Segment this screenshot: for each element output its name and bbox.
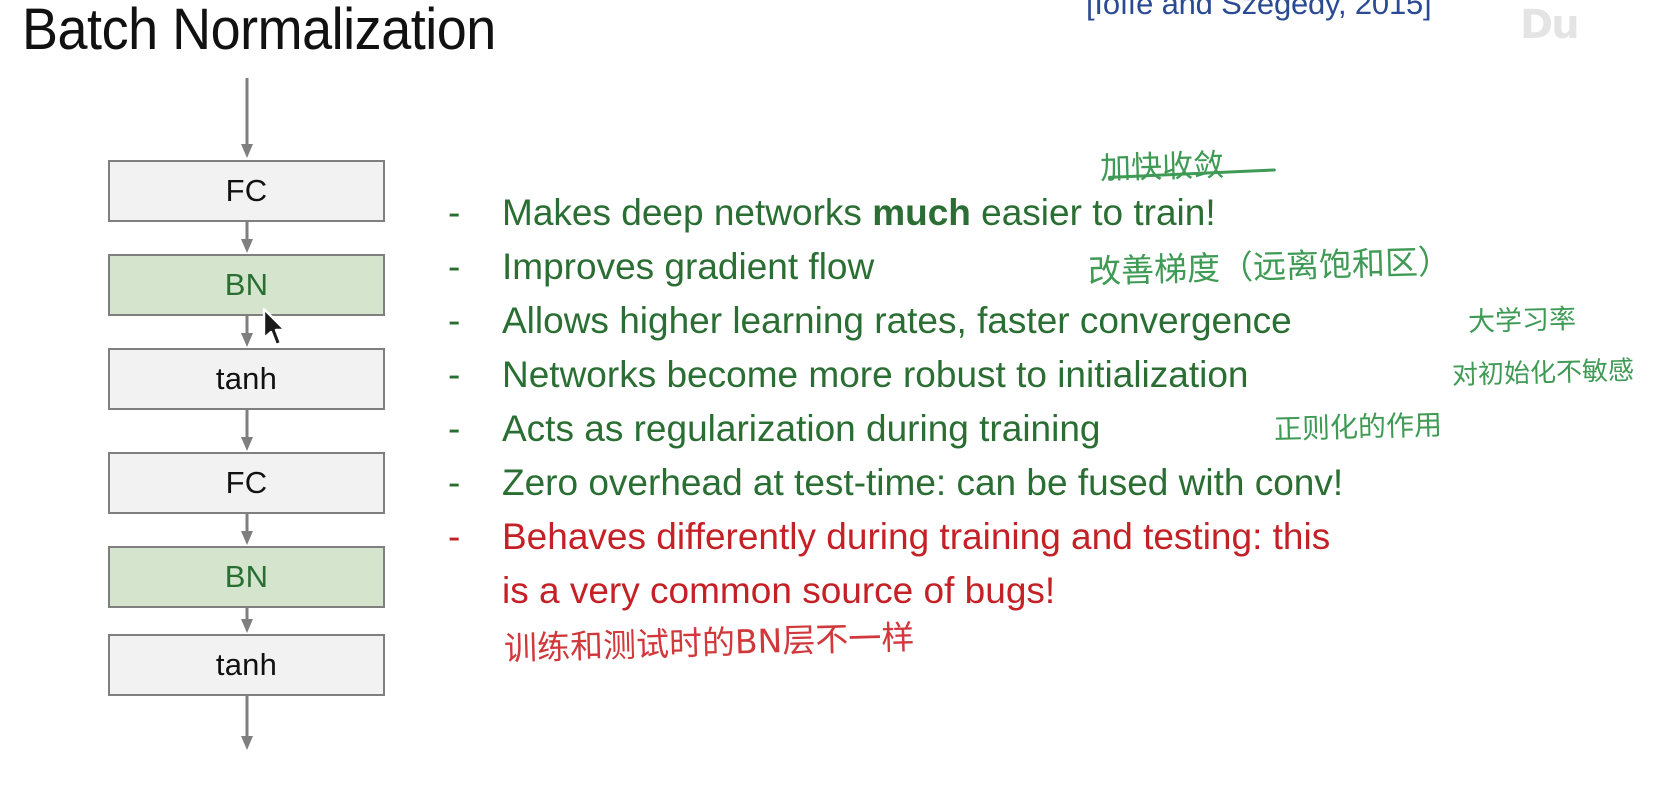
list-item-text: is a very common source of bugs! (502, 570, 1056, 611)
slide-canvas: Batch Normalization Du [Ioffe and Szeged… (0, 0, 1666, 790)
flow-block-label: BN (224, 267, 269, 302)
bullet-dash: - (448, 462, 461, 503)
list-item-text: Zero overhead at test-time: can be fused… (502, 462, 1344, 503)
arrow-in (108, 78, 385, 160)
flow-block-fc-2[interactable]: FC (108, 452, 385, 514)
flow-block-label: BN (224, 559, 269, 594)
arrow-out (108, 696, 385, 750)
arrow-tanh1-to-fc2 (108, 410, 385, 452)
benefits-list: - Makes deep networks much easier to tra… (448, 186, 1658, 618)
list-item-text-post: easier to train! (970, 192, 1216, 233)
flow-block-bn-1[interactable]: BN (108, 254, 385, 316)
flow-block-label: tanh (215, 361, 278, 396)
list-item-text: Networks become more robust to initializ… (502, 354, 1249, 395)
bullet-dash: - (448, 354, 461, 395)
list-item-text: Improves gradient flow (502, 246, 875, 287)
annotation-gradient: 改善梯度（远离饱和区） (1087, 241, 1452, 291)
arrow-bn1-to-tanh1 (108, 316, 385, 348)
bullet-dash: - (448, 516, 461, 557)
arrow-fc1-to-bn1 (108, 222, 385, 254)
annotation-initialization: 对初始化不敏感 (1451, 355, 1635, 391)
list-item-text: Makes deep networks much easier to train… (502, 186, 1216, 240)
flow-block-label: tanh (215, 647, 278, 682)
list-item-text-bold: much (872, 192, 971, 233)
annotation-regularization: 正则化的作用 (1273, 408, 1443, 446)
flow-block-tanh-2[interactable]: tanh (108, 634, 385, 696)
annotation-converge: 加快收敛 (1099, 147, 1225, 187)
list-item-warning-continued: is a very common source of bugs! (448, 564, 1658, 618)
list-item-text: Allows higher learning rates, faster con… (502, 300, 1292, 341)
list-item: - Improves gradient flow (448, 240, 1658, 294)
flow-block-tanh-1[interactable]: tanh (108, 348, 385, 410)
bullet-dash: - (448, 300, 461, 341)
list-item: - Makes deep networks much easier to tra… (448, 186, 1658, 240)
citation-reference: [Ioffe and Szegedy, 2015] (1086, 0, 1432, 21)
batch-norm-network-stack: FC BN tanh FC BN tanh (108, 78, 388, 750)
list-item-text: Behaves differently during training and … (502, 516, 1331, 557)
bullet-dash: - (448, 246, 461, 287)
arrow-fc2-to-bn2 (108, 514, 385, 546)
page-title: Batch Normalization (22, 0, 496, 62)
flow-block-bn-2[interactable]: BN (108, 546, 385, 608)
list-item-warning: - Behaves differently during training an… (448, 510, 1658, 564)
annotation-bn-train-test: 训练和测试时的BN层不一样 (503, 617, 915, 668)
annotation-learning-rate: 大学习率 (1467, 303, 1577, 338)
list-item: - Zero overhead at test-time: can be fus… (448, 456, 1658, 510)
list-item-text: Acts as regularization during training (502, 408, 1101, 449)
flow-block-label: FC (225, 173, 268, 208)
bullet-dash: - (448, 408, 461, 449)
arrow-bn2-to-tanh2 (108, 608, 385, 634)
list-item-text-pre: Makes deep networks (502, 192, 873, 233)
flow-block-label: FC (225, 465, 268, 500)
bullet-dash: - (448, 192, 461, 233)
flow-block-fc-1[interactable]: FC (108, 160, 385, 222)
list-item: - Acts as regularization during training (448, 402, 1658, 456)
watermark: Du (1520, 2, 1580, 48)
